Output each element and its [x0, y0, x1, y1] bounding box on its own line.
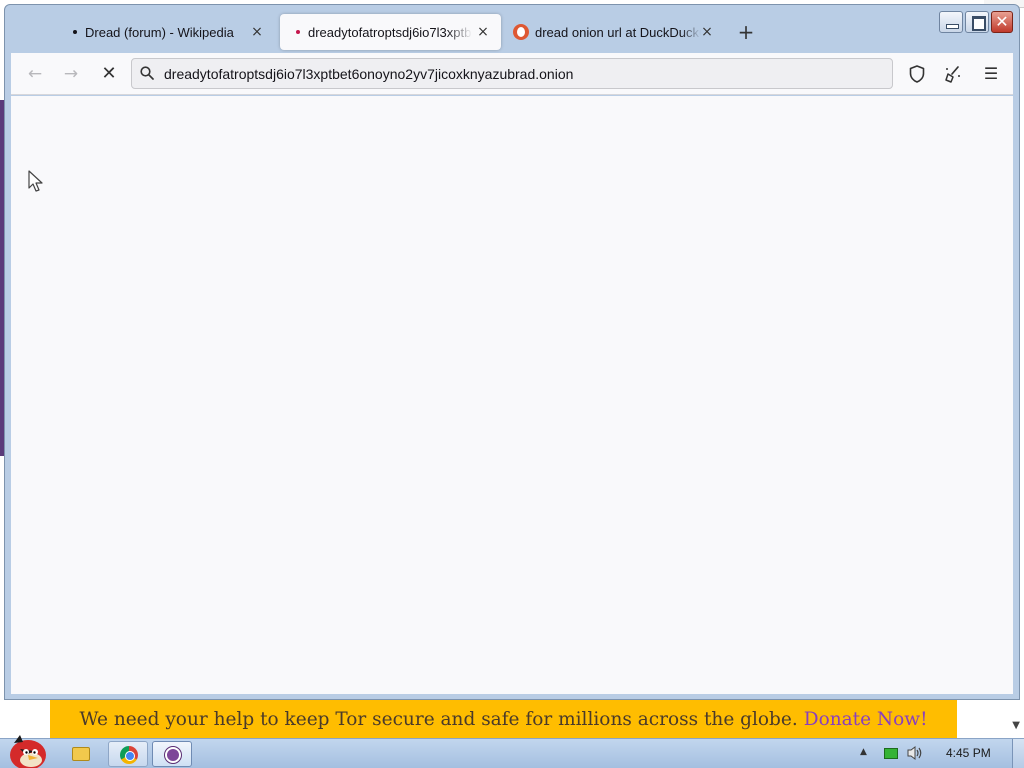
close-window-button[interactable]: ✕ — [991, 11, 1013, 33]
tab-dread-onion-active[interactable]: dreadytofatroptsdj6io7l3xptbet6onoyno2yv… — [280, 14, 501, 50]
maximize-button[interactable] — [965, 11, 989, 33]
chrome-icon[interactable] — [108, 741, 148, 767]
forward-arrow-icon[interactable]: → — [61, 64, 81, 84]
tab-title: Dread (forum) - Wikipedia — [85, 24, 234, 40]
system-clock[interactable]: 4:45 PM — [946, 746, 991, 760]
hamburger-menu-icon[interactable]: ☰ — [981, 64, 1001, 84]
donate-banner-text: We need your help to keep Tor secure and… — [79, 708, 798, 730]
tab-duckduckgo-search[interactable]: dread onion url at DuckDuckGo × — [505, 14, 725, 50]
new-tab-button[interactable]: + — [735, 22, 757, 44]
new-identity-broom-icon[interactable] — [943, 64, 963, 84]
url-input[interactable]: dreadytofatroptsdj6io7l3xptbet6onoyno2yv… — [164, 66, 573, 82]
minimize-button[interactable] — [939, 11, 963, 33]
duckduckgo-icon — [513, 24, 529, 40]
address-bar[interactable]: dreadytofatroptsdj6io7l3xptbet6onoyno2yv… — [131, 58, 893, 89]
start-button-angry-bird-icon[interactable] — [4, 731, 50, 768]
page-content-area — [11, 96, 1013, 694]
navigation-toolbar: ← → ✕ dreadytofatroptsdj6io7l3xptbet6ono… — [11, 53, 1013, 95]
windows-explorer-icon[interactable] — [60, 741, 100, 767]
browser-window: Dread (forum) - Wikipedia × dreadytofatr… — [4, 4, 1020, 700]
taskbar: ▲ 4:45 PM — [0, 735, 1024, 768]
donate-now-link[interactable]: Donate Now! — [804, 709, 928, 730]
close-tab-icon[interactable]: × — [699, 24, 715, 40]
tor-browser-icon[interactable] — [152, 741, 192, 767]
shield-icon[interactable] — [907, 64, 927, 84]
tab-loading-dot — [296, 30, 300, 34]
show-desktop-button[interactable] — [1012, 739, 1024, 768]
donate-banner: We need your help to keep Tor secure and… — [50, 700, 957, 738]
tab-title: dread onion url at DuckDuckGo — [535, 24, 701, 40]
tab-dread-wikipedia[interactable]: Dread (forum) - Wikipedia × — [65, 14, 275, 50]
show-hidden-icons-arrow[interactable]: ▲ — [860, 747, 867, 757]
folder-icon — [72, 747, 90, 761]
background-scroll-down-arrow[interactable]: ▼ — [1012, 720, 1020, 731]
mouse-cursor-icon — [28, 170, 43, 192]
stop-loading-icon[interactable]: ✕ — [99, 64, 119, 84]
tor-onion-icon — [165, 747, 181, 763]
window-controls: ✕ — [939, 11, 1013, 33]
back-arrow-icon[interactable]: ← — [25, 64, 45, 84]
close-tab-icon[interactable]: × — [249, 24, 265, 40]
volume-icon[interactable] — [906, 745, 924, 761]
close-tab-icon[interactable]: × — [475, 24, 491, 40]
tab-strip: Dread (forum) - Wikipedia × dreadytofatr… — [5, 5, 1019, 53]
network-icon[interactable] — [884, 748, 898, 759]
chrome-logo-icon — [120, 746, 138, 764]
tab-title: dreadytofatroptsdj6io7l3xptbet6onoyno2yv… — [308, 24, 472, 40]
tab-attention-dot — [73, 30, 77, 34]
search-icon — [140, 66, 154, 80]
